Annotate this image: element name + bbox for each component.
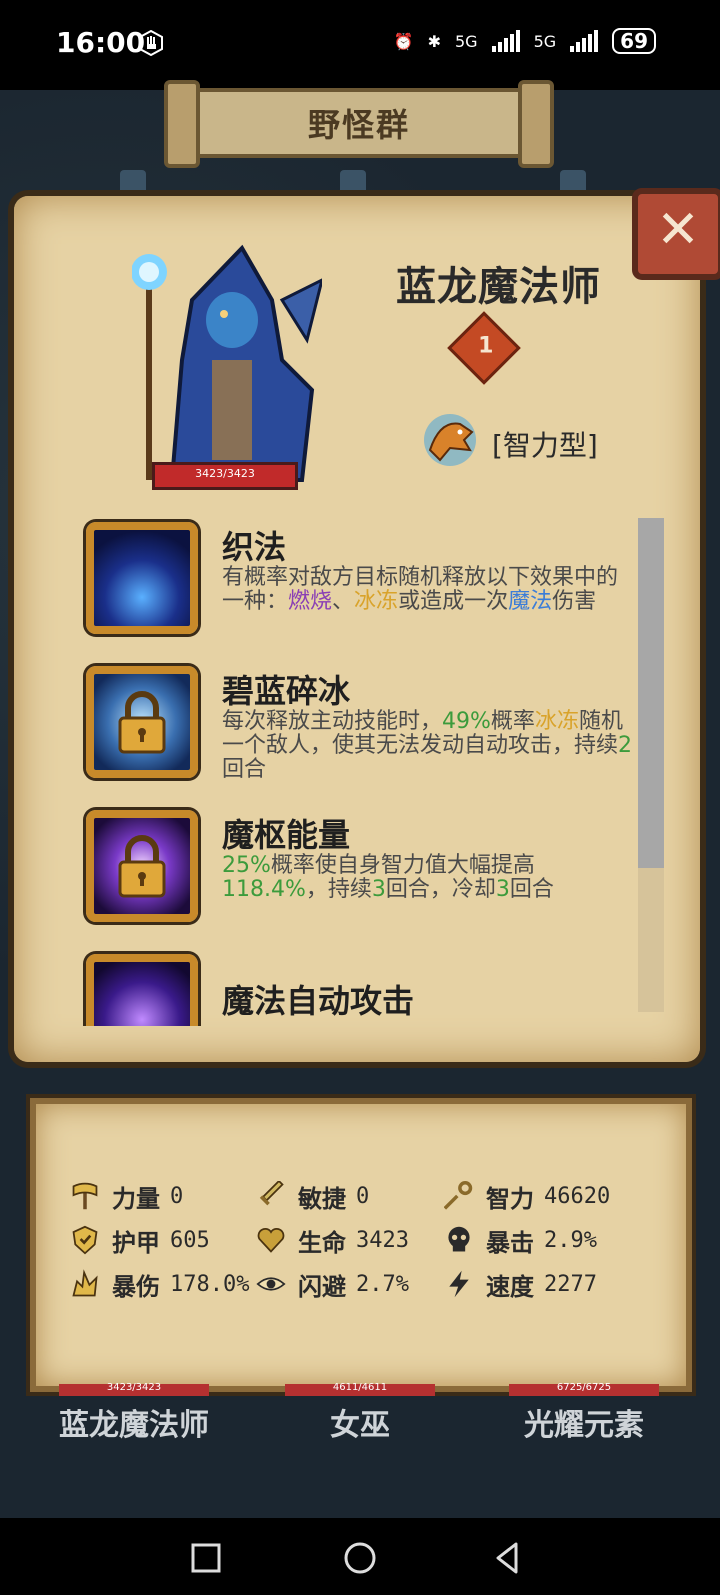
battery-indicator: 69 xyxy=(612,28,656,54)
signal-icon-2 xyxy=(570,30,599,52)
skill-name: 魔枢能量 xyxy=(222,816,351,854)
status-time: 16:00 xyxy=(56,26,146,59)
hand-icon xyxy=(139,30,163,56)
skill-name: 碧蓝碎冰 xyxy=(222,672,351,710)
skill-name: 魔法自动攻击 xyxy=(222,982,415,1020)
stat-crit-damage: 暴伤 178.0% xyxy=(68,1264,249,1304)
bluetooth-icon: ✱ xyxy=(427,31,441,51)
stat-agility: 敏捷 0 xyxy=(254,1176,369,1216)
blue-dragon-mage-portrait xyxy=(132,244,322,482)
scene-figure xyxy=(340,170,366,196)
arcane-energy-skill-icon xyxy=(86,810,198,922)
staff-icon xyxy=(442,1179,476,1213)
page-title: 野怪群 xyxy=(307,106,410,144)
skill-description: 每次释放主动技能时，49%概率冰冻随机一个敌人，使其无法发动自动攻击，持续2回合 xyxy=(222,709,633,782)
skill-item-azure-shatter[interactable]: 碧蓝碎冰 每次释放主动技能时，49%概率冰冻随机一个敌人，使其无法发动自动攻击，… xyxy=(80,662,640,790)
party-hp-bar: 4611/4611 xyxy=(285,1382,435,1396)
back-icon[interactable] xyxy=(486,1536,530,1580)
monster-type-label: [智力型] xyxy=(492,429,598,462)
stat-intellect: 智力 46620 xyxy=(442,1176,610,1216)
skill-item-weave-magic[interactable]: 织法 有概率对敌方目标随机释放以下效果中的一种：燃烧、冰冻或造成一次魔法伤害 xyxy=(80,518,640,646)
skill-item-arcane-energy[interactable]: 魔枢能量 25%概率使自身智力值大幅提高118.4%，持续3回合，冷却3回合 xyxy=(80,806,640,934)
signal-icon xyxy=(491,30,520,52)
shield-icon xyxy=(68,1223,102,1257)
skill-item-magic-auto-attack[interactable]: 魔法自动攻击 xyxy=(80,950,640,1026)
signal-5g-label: 5G xyxy=(455,31,478,51)
title-scroll: 野怪群 xyxy=(164,80,554,168)
party-hp-bar: 3423/3423 xyxy=(59,1382,209,1396)
home-icon[interactable] xyxy=(338,1536,382,1580)
scrollbar-thumb[interactable] xyxy=(638,518,664,868)
party-member-name: 蓝龙魔法师 xyxy=(59,1408,209,1443)
sword-icon xyxy=(254,1179,288,1213)
scene-figure xyxy=(560,170,586,196)
skill-description: 有概率对敌方目标随机释放以下效果中的一种：燃烧、冰冻或造成一次魔法伤害 xyxy=(222,565,619,614)
eye-icon xyxy=(254,1267,288,1301)
magic-auto-attack-skill-icon xyxy=(86,954,198,1026)
stats-panel: 力量 0 敏捷 0 智力 46620 护甲 605 生命 3423 暴击 2.9… xyxy=(30,1098,692,1392)
skill-name: 织法 xyxy=(222,528,287,566)
lock-icon xyxy=(118,835,166,898)
stat-armor: 护甲 605 xyxy=(68,1220,210,1260)
intellect-dragon-icon xyxy=(424,414,476,466)
azure-shatter-skill-icon xyxy=(86,666,198,778)
skill-list[interactable]: 织法 有概率对敌方目标随机释放以下效果中的一种：燃烧、冰冻或造成一次魔法伤害 碧… xyxy=(80,518,640,1026)
party-hp-bar: 6725/6725 xyxy=(509,1382,659,1396)
party-member-2[interactable]: 4611/4611 女巫 xyxy=(260,1382,460,1444)
stat-dodge: 闪避 2.7% xyxy=(254,1264,409,1304)
status-bar: 16:00 ⏰ ✱ 5G 5G 69 xyxy=(0,0,720,90)
stat-strength: 力量 0 xyxy=(68,1176,183,1216)
stat-crit: 暴击 2.9% xyxy=(442,1220,597,1260)
lock-icon xyxy=(118,691,166,754)
close-icon: ✕ xyxy=(656,200,700,260)
scene-figure xyxy=(120,170,146,196)
heart-icon xyxy=(254,1223,288,1257)
party-member-name: 光耀元素 xyxy=(524,1408,644,1443)
system-nav-bar xyxy=(0,1518,720,1595)
lightning-icon xyxy=(442,1267,476,1301)
party-member-3[interactable]: 6725/6725 光耀元素 xyxy=(484,1382,684,1444)
rank-number: 1 xyxy=(478,333,494,359)
explosion-icon xyxy=(68,1267,102,1301)
stat-speed: 速度 2277 xyxy=(442,1264,597,1304)
skull-icon xyxy=(442,1223,476,1257)
monster-hp-text: 3423/3423 xyxy=(195,467,255,480)
monster-hp-bar: 3423/3423 xyxy=(152,462,298,490)
party-member-1[interactable]: 3423/3423 蓝龙魔法师 xyxy=(34,1382,234,1444)
recent-apps-icon[interactable] xyxy=(184,1536,228,1580)
skill-description: 25%概率使自身智力值大幅提高118.4%，持续3回合，冷却3回合 xyxy=(222,853,554,902)
axe-icon xyxy=(68,1179,102,1213)
signal-5g-label-2: 5G xyxy=(533,31,557,51)
party-member-name: 女巫 xyxy=(330,1408,390,1443)
alarm-icon: ⏰ xyxy=(393,31,414,51)
close-button[interactable]: ✕ xyxy=(632,188,720,280)
skill-list-scrollbar[interactable] xyxy=(638,518,664,1012)
stat-life: 生命 3423 xyxy=(254,1220,409,1260)
weave-magic-skill-icon xyxy=(86,522,198,634)
monster-name: 蓝龙魔法师 xyxy=(396,264,601,310)
